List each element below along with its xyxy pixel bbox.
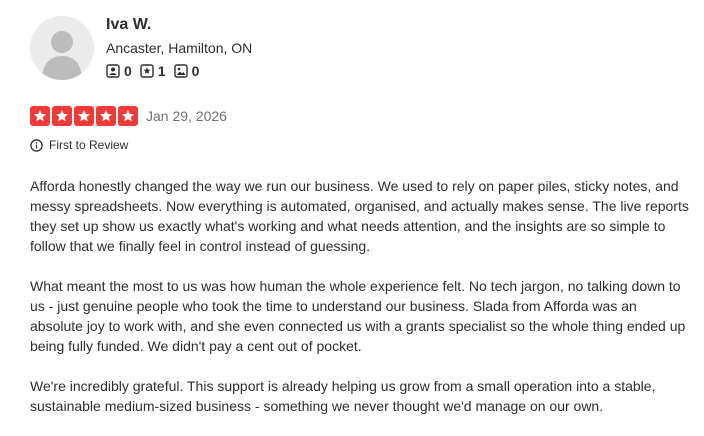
star-rating: [30, 106, 138, 126]
friends-stat: 0: [106, 63, 132, 79]
user-placeholder-icon: [42, 31, 82, 80]
star-icon: [74, 106, 94, 126]
review-paragraph: We're incredibly grateful. This support …: [30, 378, 656, 414]
reviews-stat: 1: [140, 63, 166, 79]
reviewer-name[interactable]: Iva W.: [106, 16, 151, 34]
friends-count: 0: [124, 63, 132, 79]
photos-count: 0: [191, 63, 200, 79]
star-icon: [118, 106, 138, 126]
review-text: Afforda honestly changed the way we run …: [30, 176, 690, 436]
avatar[interactable]: [30, 16, 94, 80]
reviews-count: 1: [157, 63, 166, 79]
photos-icon: [173, 64, 188, 78]
review-paragraph: What meant the most to us was how human …: [30, 278, 686, 354]
star-icon: [30, 106, 50, 126]
info-icon[interactable]: [30, 138, 43, 152]
star-icon: [96, 106, 116, 126]
reviewer-location: Ancaster, Hamilton, ON: [106, 40, 253, 56]
star-icon: [52, 106, 72, 126]
friends-icon: [106, 64, 120, 78]
rating-row: Jan 29, 2026: [30, 106, 227, 126]
first-to-review-label: First to Review: [49, 138, 129, 152]
review-date: Jan 29, 2026: [146, 108, 227, 124]
reviews-icon: [140, 64, 154, 78]
photos-stat: 0: [173, 63, 200, 79]
reviewer-stats: 0 1 0: [106, 63, 199, 79]
first-to-review-badge: First to Review: [30, 138, 128, 152]
review-paragraph: Afforda honestly changed the way we run …: [30, 178, 689, 254]
